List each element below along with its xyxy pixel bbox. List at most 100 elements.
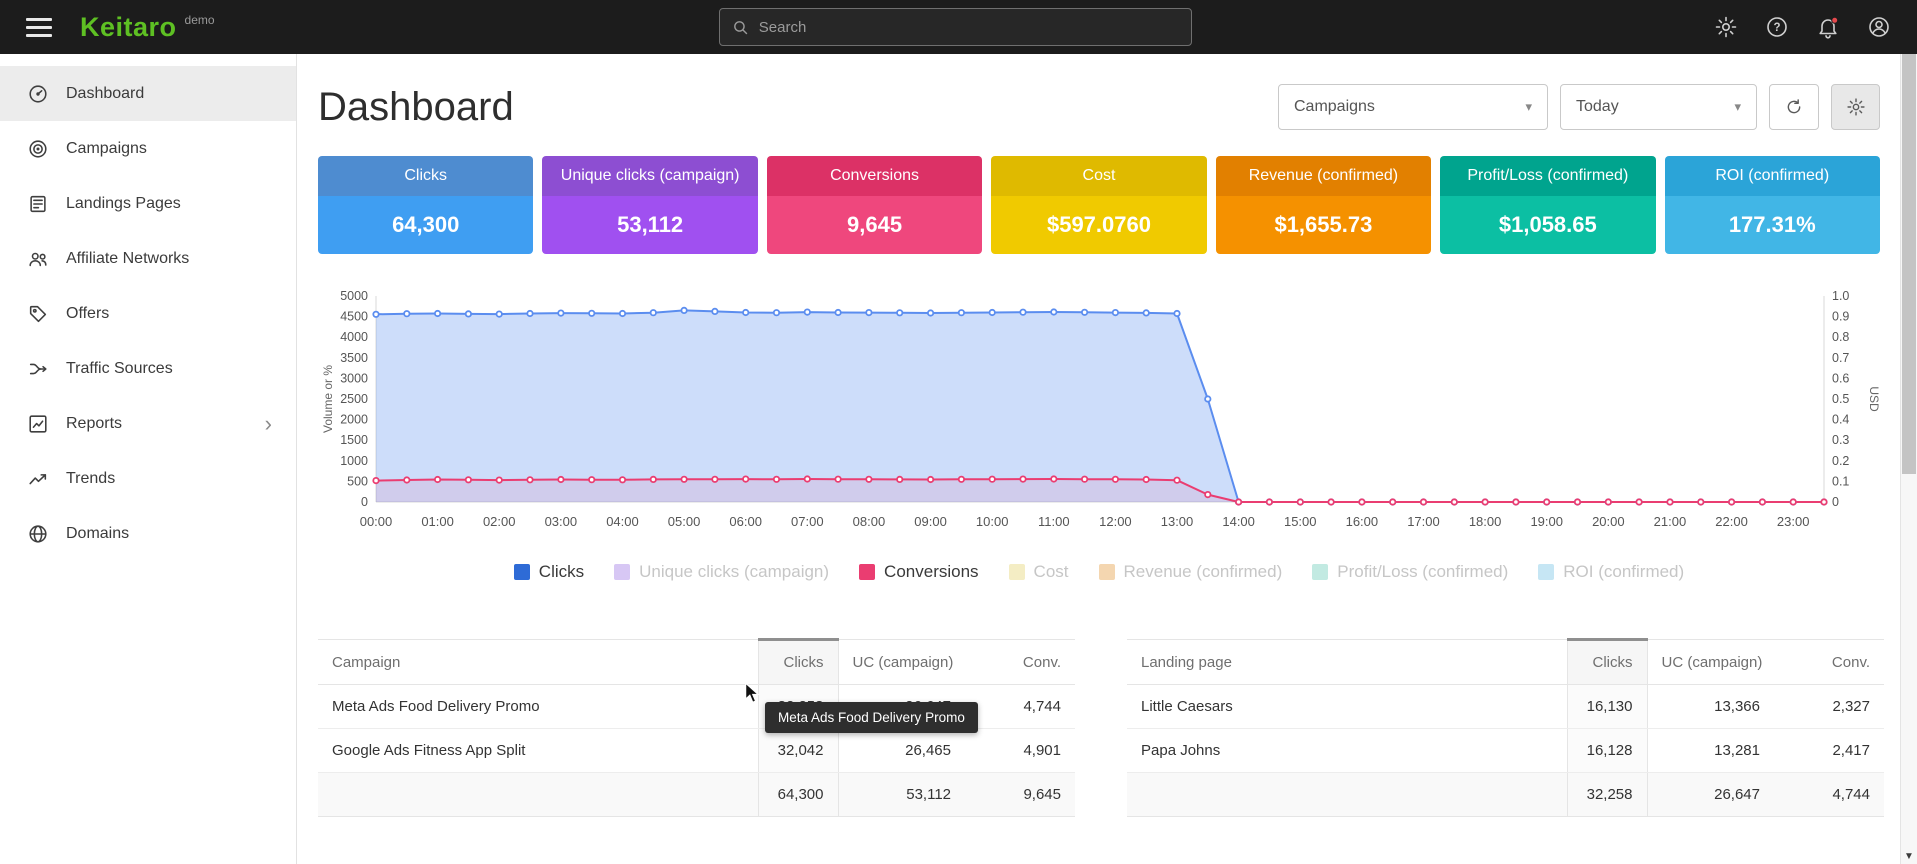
campaign-name[interactable]: Google Ads Fitness App Split <box>318 729 758 773</box>
metric-card-roi[interactable]: ROI (confirmed) 177.31% <box>1665 156 1880 254</box>
notifications-button[interactable] <box>1816 15 1840 39</box>
metric-card-clicks[interactable]: Clicks 64,300 <box>318 156 533 254</box>
topbar-icons: ? <box>1714 15 1891 39</box>
legend-item-clicks[interactable]: Clicks <box>514 562 584 582</box>
scrollbar-thumb[interactable] <box>1902 54 1916 474</box>
legend-label: ROI (confirmed) <box>1563 562 1684 582</box>
chart-legend: Clicks Unique clicks (campaign) Conversi… <box>318 562 1880 582</box>
campaign-name[interactable]: Meta Ads Food Delivery Promo <box>318 685 758 729</box>
svg-text:21:00: 21:00 <box>1654 514 1687 529</box>
totals-row: 64,300 53,112 9,645 <box>318 773 1075 817</box>
legend-item-cost[interactable]: Cost <box>1009 562 1069 582</box>
hamburger-menu-icon[interactable] <box>26 18 52 37</box>
svg-text:15:00: 15:00 <box>1284 514 1317 529</box>
column-header-conv[interactable]: Conv. <box>965 640 1075 685</box>
column-header-conv[interactable]: Conv. <box>1774 640 1884 685</box>
svg-text:14:00: 14:00 <box>1222 514 1255 529</box>
totals-clicks: 64,300 <box>758 773 838 817</box>
legend-item-unique-clicks[interactable]: Unique clicks (campaign) <box>614 562 829 582</box>
globe-icon <box>27 523 49 545</box>
sidebar-item-domains[interactable]: Domains <box>0 506 296 561</box>
svg-text:0.6: 0.6 <box>1832 371 1849 385</box>
metric-label: ROI (confirmed) <box>1665 156 1880 196</box>
clicks-cell: 16,128 <box>1567 729 1647 773</box>
clicks-cell: 16,130 <box>1567 685 1647 729</box>
sidebar-item-trends[interactable]: Trends <box>0 451 296 506</box>
legend-label: Clicks <box>539 562 584 582</box>
table-row[interactable]: Google Ads Fitness App Split 32,042 26,4… <box>318 729 1075 773</box>
legend-item-revenue[interactable]: Revenue (confirmed) <box>1099 562 1283 582</box>
table-row[interactable]: Little Caesars 16,130 13,366 2,327 <box>1127 685 1884 729</box>
metric-label: Profit/Loss (confirmed) <box>1440 156 1655 196</box>
date-range-select[interactable]: Today ▾ <box>1560 84 1757 130</box>
campaigns-table-wrap: Campaign Clicks UC (campaign) Conv. Meta… <box>318 638 1075 817</box>
bell-icon <box>1816 15 1840 39</box>
chevron-right-icon: › <box>265 413 272 435</box>
search-box[interactable] <box>719 8 1192 46</box>
gear-icon[interactable] <box>1714 15 1738 39</box>
sidebar: Dashboard Campaigns Landings Pages Affil… <box>0 54 297 864</box>
summary-tables: Campaign Clicks UC (campaign) Conv. Meta… <box>318 638 1880 817</box>
sidebar-item-traffic-sources[interactable]: Traffic Sources <box>0 341 296 396</box>
svg-text:10:00: 10:00 <box>976 514 1009 529</box>
table-row[interactable]: Papa Johns 16,128 13,281 2,417 <box>1127 729 1884 773</box>
sidebar-item-dashboard[interactable]: Dashboard <box>0 66 296 121</box>
mouse-cursor <box>744 682 764 706</box>
dashboard-settings-button[interactable] <box>1831 84 1880 130</box>
column-header-clicks-sorted[interactable]: Clicks <box>1567 640 1647 685</box>
column-header-campaign[interactable]: Campaign <box>318 640 758 685</box>
metric-card-unique-clicks[interactable]: Unique clicks (campaign) 53,112 <box>542 156 757 254</box>
metric-card-profit-loss[interactable]: Profit/Loss (confirmed) $1,058.65 <box>1440 156 1655 254</box>
sidebar-item-label: Campaigns <box>66 140 147 158</box>
sidebar-item-label: Affiliate Networks <box>66 250 189 268</box>
sidebar-item-label: Trends <box>66 470 115 488</box>
refresh-button[interactable] <box>1769 84 1819 130</box>
gear-icon <box>1846 97 1866 117</box>
legend-swatch <box>1538 564 1554 580</box>
scroll-down-icon[interactable]: ▼ <box>1901 851 1917 862</box>
column-header-landing-page[interactable]: Landing page <box>1127 640 1567 685</box>
sidebar-item-campaigns[interactable]: Campaigns <box>0 121 296 176</box>
metric-card-revenue[interactable]: Revenue (confirmed) $1,655.73 <box>1216 156 1431 254</box>
svg-text:3000: 3000 <box>340 371 368 385</box>
svg-text:19:00: 19:00 <box>1530 514 1563 529</box>
user-avatar-icon[interactable] <box>1867 15 1891 39</box>
legend-item-conversions[interactable]: Conversions <box>859 562 979 582</box>
people-icon <box>27 248 49 270</box>
svg-text:02:00: 02:00 <box>483 514 516 529</box>
legend-item-profit-loss[interactable]: Profit/Loss (confirmed) <box>1312 562 1508 582</box>
svg-text:USD: USD <box>1867 386 1880 412</box>
totals-uc: 53,112 <box>838 773 965 817</box>
sidebar-item-label: Domains <box>66 525 129 543</box>
legend-label: Profit/Loss (confirmed) <box>1337 562 1508 582</box>
header-controls: Campaigns ▾ Today ▾ <box>1278 84 1880 130</box>
svg-text:0.2: 0.2 <box>1832 454 1849 468</box>
svg-text:01:00: 01:00 <box>421 514 454 529</box>
svg-text:0.4: 0.4 <box>1832 413 1849 427</box>
column-header-clicks-sorted[interactable]: Clicks <box>758 640 838 685</box>
column-header-uc[interactable]: UC (campaign) <box>1647 640 1774 685</box>
landing-name[interactable]: Papa Johns <box>1127 729 1567 773</box>
metric-card-conversions[interactable]: Conversions 9,645 <box>767 156 982 254</box>
sidebar-item-offers[interactable]: Offers <box>0 286 296 341</box>
svg-text:23:00: 23:00 <box>1777 514 1810 529</box>
totals-empty-cell <box>318 773 758 817</box>
help-icon[interactable]: ? <box>1765 15 1789 39</box>
uc-cell: 13,366 <box>1647 685 1774 729</box>
sidebar-item-reports[interactable]: Reports › <box>0 396 296 451</box>
landing-name[interactable]: Little Caesars <box>1127 685 1567 729</box>
sidebar-item-affiliate-networks[interactable]: Affiliate Networks <box>0 231 296 286</box>
svg-text:22:00: 22:00 <box>1715 514 1748 529</box>
table-header-row: Campaign Clicks UC (campaign) Conv. <box>318 640 1075 685</box>
legend-item-roi[interactable]: ROI (confirmed) <box>1538 562 1684 582</box>
totals-row: 32,258 26,647 4,744 <box>1127 773 1884 817</box>
search-input[interactable] <box>759 19 1179 36</box>
svg-text:0.7: 0.7 <box>1832 351 1849 365</box>
sidebar-item-landings-pages[interactable]: Landings Pages <box>0 176 296 231</box>
column-header-uc[interactable]: UC (campaign) <box>838 640 965 685</box>
main-content: Dashboard Campaigns ▾ Today ▾ Clicks 64,… <box>297 54 1900 864</box>
legend-label: Cost <box>1034 562 1069 582</box>
svg-text:0.8: 0.8 <box>1832 330 1849 344</box>
grouping-select[interactable]: Campaigns ▾ <box>1278 84 1548 130</box>
metric-card-cost[interactable]: Cost $597.0760 <box>991 156 1206 254</box>
